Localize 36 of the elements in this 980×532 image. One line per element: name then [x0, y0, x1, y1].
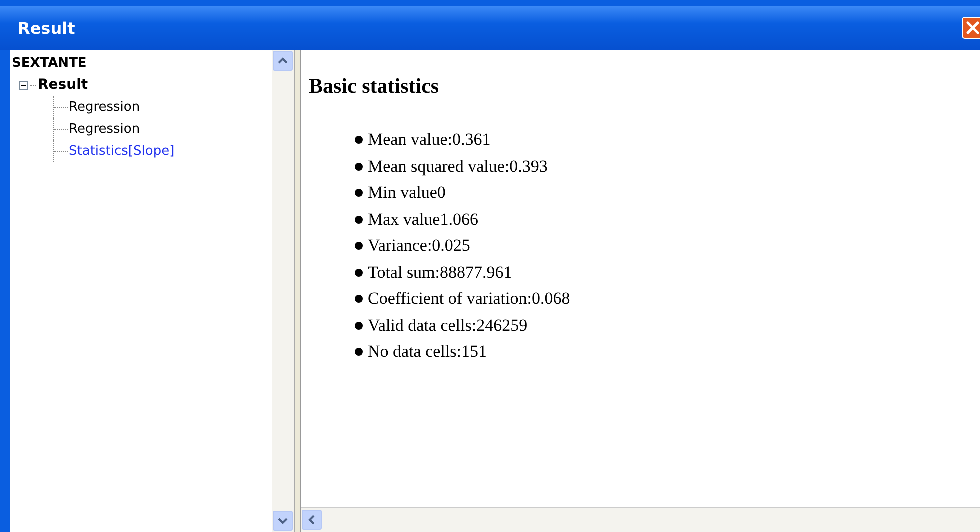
statistic-text: Coefficient of variation:0.068 [368, 289, 570, 310]
bullet-icon [355, 136, 363, 144]
chevron-down-icon [278, 517, 288, 525]
bullet-icon [355, 322, 363, 330]
section-heading: Basic statistics [309, 74, 440, 99]
tree-node[interactable]: Result [38, 77, 88, 93]
statistic-text: Valid data cells:246259 [368, 316, 528, 336]
bullet-icon [355, 162, 363, 171]
tree-leaf[interactable]: Regression [69, 100, 140, 114]
tree-leaf[interactable]: Regression [69, 122, 140, 136]
vertical-scrollbar[interactable] [272, 50, 294, 532]
chevron-up-icon [278, 57, 288, 65]
statistic-text: Min value0 [368, 183, 446, 204]
collapse-icon[interactable] [19, 80, 28, 90]
statistic-text: Variance:0.025 [368, 236, 470, 256]
statistic-text: Max value1.066 [368, 210, 478, 230]
horizontal-scrollbar[interactable] [301, 508, 980, 532]
window-title: Result [18, 18, 76, 38]
statistic-text: Total sum:88877.961 [368, 262, 512, 283]
close-button[interactable] [962, 17, 980, 39]
bullet-icon [355, 295, 363, 304]
close-icon [965, 20, 980, 36]
bullet-icon [355, 216, 363, 224]
statistic-text: No data cells:151 [368, 342, 487, 362]
scroll-up-button[interactable] [273, 51, 293, 71]
bullet-icon [355, 242, 363, 250]
statistic-text: Mean squared value:0.393 [368, 156, 548, 177]
tree-root[interactable]: SEXTANTE [12, 54, 270, 74]
statistic-text: Mean value:0.361 [368, 130, 491, 150]
bullet-icon [355, 189, 363, 198]
chevron-left-icon [308, 515, 316, 525]
scroll-down-button[interactable] [273, 511, 293, 531]
tree-leaf[interactable]: Statistics[Slope] [69, 144, 175, 158]
scroll-left-button[interactable] [302, 510, 322, 530]
bullet-icon [355, 348, 363, 356]
bullet-icon [355, 268, 363, 277]
